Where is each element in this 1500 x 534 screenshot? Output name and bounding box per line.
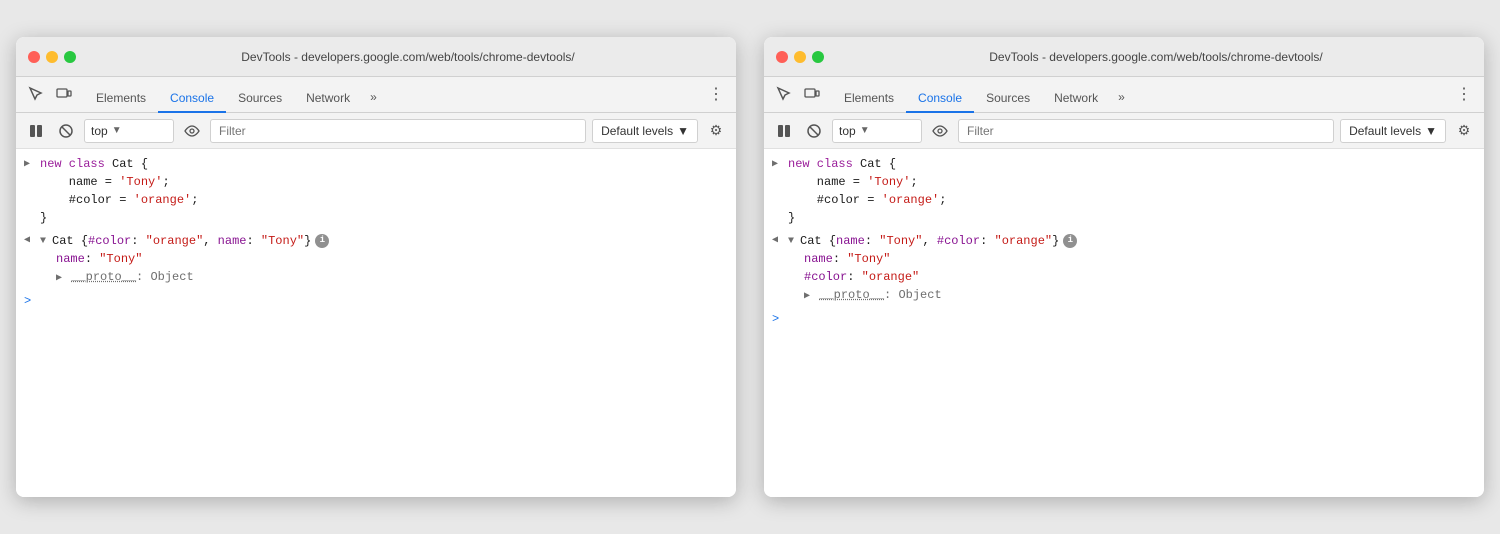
tab-network-right[interactable]: Network <box>1042 85 1110 113</box>
console-prompt-right[interactable] <box>764 306 1484 314</box>
devtools-window-right: DevTools - developers.google.com/web/too… <box>764 37 1484 497</box>
proto-line-right: ▶ __proto__: Object <box>788 286 1476 304</box>
context-value-right: top <box>839 124 856 138</box>
window-title-right: DevTools - developers.google.com/web/too… <box>840 50 1472 64</box>
context-dropdown-arrow-right: ▼ <box>860 125 870 136</box>
prop-name-right: name: "Tony" <box>788 250 1476 268</box>
inspect-icon[interactable] <box>24 82 48 106</box>
tab-sources-right[interactable]: Sources <box>974 85 1042 113</box>
obj-header-line-right: ▼ Cat {name: "Tony", #color: "orange"}i <box>788 232 1476 250</box>
levels-arrow-left: ▼ <box>677 124 689 138</box>
close-button[interactable] <box>28 51 40 63</box>
proto-line-left: ▶ __proto__: Object <box>40 268 728 286</box>
title-bar-right: DevTools - developers.google.com/web/too… <box>764 37 1484 77</box>
tab-bar-right-window: Elements Console Sources Network » ⋮ <box>764 77 1484 113</box>
input-arrow-right[interactable]: ▶ <box>772 157 778 172</box>
prop-color-right: #color: "orange" <box>788 268 1476 286</box>
devtools-window-left: DevTools - developers.google.com/web/too… <box>16 37 736 497</box>
tab-more-right[interactable]: » <box>1110 84 1133 112</box>
device-toolbar-icon[interactable] <box>52 82 76 106</box>
context-dropdown-arrow-left: ▼ <box>112 125 122 136</box>
console-prompt-left[interactable] <box>16 288 736 296</box>
context-selector-left[interactable]: top ▼ <box>84 119 174 143</box>
close-button-right[interactable] <box>776 51 788 63</box>
tab-bar-right-left: ⋮ <box>704 82 728 112</box>
tab-more-left[interactable]: » <box>362 84 385 112</box>
info-icon-left[interactable]: i <box>315 234 329 248</box>
tab-bar-icons-right <box>772 82 824 112</box>
context-selector-right[interactable]: top ▼ <box>832 119 922 143</box>
tab-sources-left[interactable]: Sources <box>226 85 294 113</box>
prop-name-left: name: "Tony" <box>40 250 728 268</box>
info-icon-right[interactable]: i <box>1063 234 1077 248</box>
console-input-left: ▶ new class Cat { name = 'Tony'; #color … <box>16 153 736 230</box>
levels-button-left[interactable]: Default levels ▼ <box>592 119 698 143</box>
obj-header-line-left: ▼ Cat {#color: "orange", name: "Tony"}i <box>40 232 728 250</box>
inspect-icon-right[interactable] <box>772 82 796 106</box>
levels-button-right[interactable]: Default levels ▼ <box>1340 119 1446 143</box>
traffic-lights-right <box>776 51 824 63</box>
proto-expand-right[interactable]: ▶ <box>804 289 810 304</box>
console-output-left: ◀ ▼ Cat {#color: "orange", name: "Tony"}… <box>16 230 736 288</box>
minimize-button-right[interactable] <box>794 51 806 63</box>
tab-bar-icons-left <box>24 82 76 112</box>
console-output-right: ◀ ▼ Cat {name: "Tony", #color: "orange"}… <box>764 230 1484 306</box>
gear-button-left[interactable]: ⚙ <box>704 119 728 143</box>
expand-arrow-right[interactable]: ▼ <box>788 234 794 249</box>
filter-input-right[interactable] <box>958 119 1334 143</box>
eye-icon-right[interactable] <box>928 119 952 143</box>
proto-expand-left[interactable]: ▶ <box>56 271 62 286</box>
tab-elements-left[interactable]: Elements <box>84 85 158 113</box>
minimize-button[interactable] <box>46 51 58 63</box>
tab-elements-right[interactable]: Elements <box>832 85 906 113</box>
block-button-left[interactable] <box>54 119 78 143</box>
maximize-button[interactable] <box>64 51 76 63</box>
play-button-left[interactable] <box>24 119 48 143</box>
tab-bar-menu-right: ⋮ <box>1452 82 1476 112</box>
eye-icon-left[interactable] <box>180 119 204 143</box>
console-toolbar-left: top ▼ Default levels ▼ ⚙ <box>16 113 736 149</box>
devtools-menu-icon-left[interactable]: ⋮ <box>704 82 728 106</box>
block-button-right[interactable] <box>802 119 826 143</box>
tab-console-right[interactable]: Console <box>906 85 974 113</box>
output-arrow-left: ◀ <box>24 233 30 248</box>
levels-arrow-right: ▼ <box>1425 124 1437 138</box>
gear-button-right[interactable]: ⚙ <box>1452 119 1476 143</box>
traffic-lights-left <box>28 51 76 63</box>
tab-network-left[interactable]: Network <box>294 85 362 113</box>
input-arrow-left[interactable]: ▶ <box>24 157 30 172</box>
maximize-button-right[interactable] <box>812 51 824 63</box>
title-bar-left: DevTools - developers.google.com/web/too… <box>16 37 736 77</box>
context-value-left: top <box>91 124 108 138</box>
devtools-menu-icon-right[interactable]: ⋮ <box>1452 82 1476 106</box>
expand-arrow-left[interactable]: ▼ <box>40 234 46 249</box>
window-title-left: DevTools - developers.google.com/web/too… <box>92 50 724 64</box>
output-arrow-right: ◀ <box>772 233 778 248</box>
console-toolbar-right: top ▼ Default levels ▼ ⚙ <box>764 113 1484 149</box>
console-content-left: ▶ new class Cat { name = 'Tony'; #color … <box>16 149 736 497</box>
tab-bar-left: Elements Console Sources Network » ⋮ <box>16 77 736 113</box>
filter-input-left[interactable] <box>210 119 586 143</box>
tab-console-left[interactable]: Console <box>158 85 226 113</box>
play-button-right[interactable] <box>772 119 796 143</box>
console-input-right: ▶ new class Cat { name = 'Tony'; #color … <box>764 153 1484 230</box>
console-content-right: ▶ new class Cat { name = 'Tony'; #color … <box>764 149 1484 497</box>
device-toolbar-icon-right[interactable] <box>800 82 824 106</box>
